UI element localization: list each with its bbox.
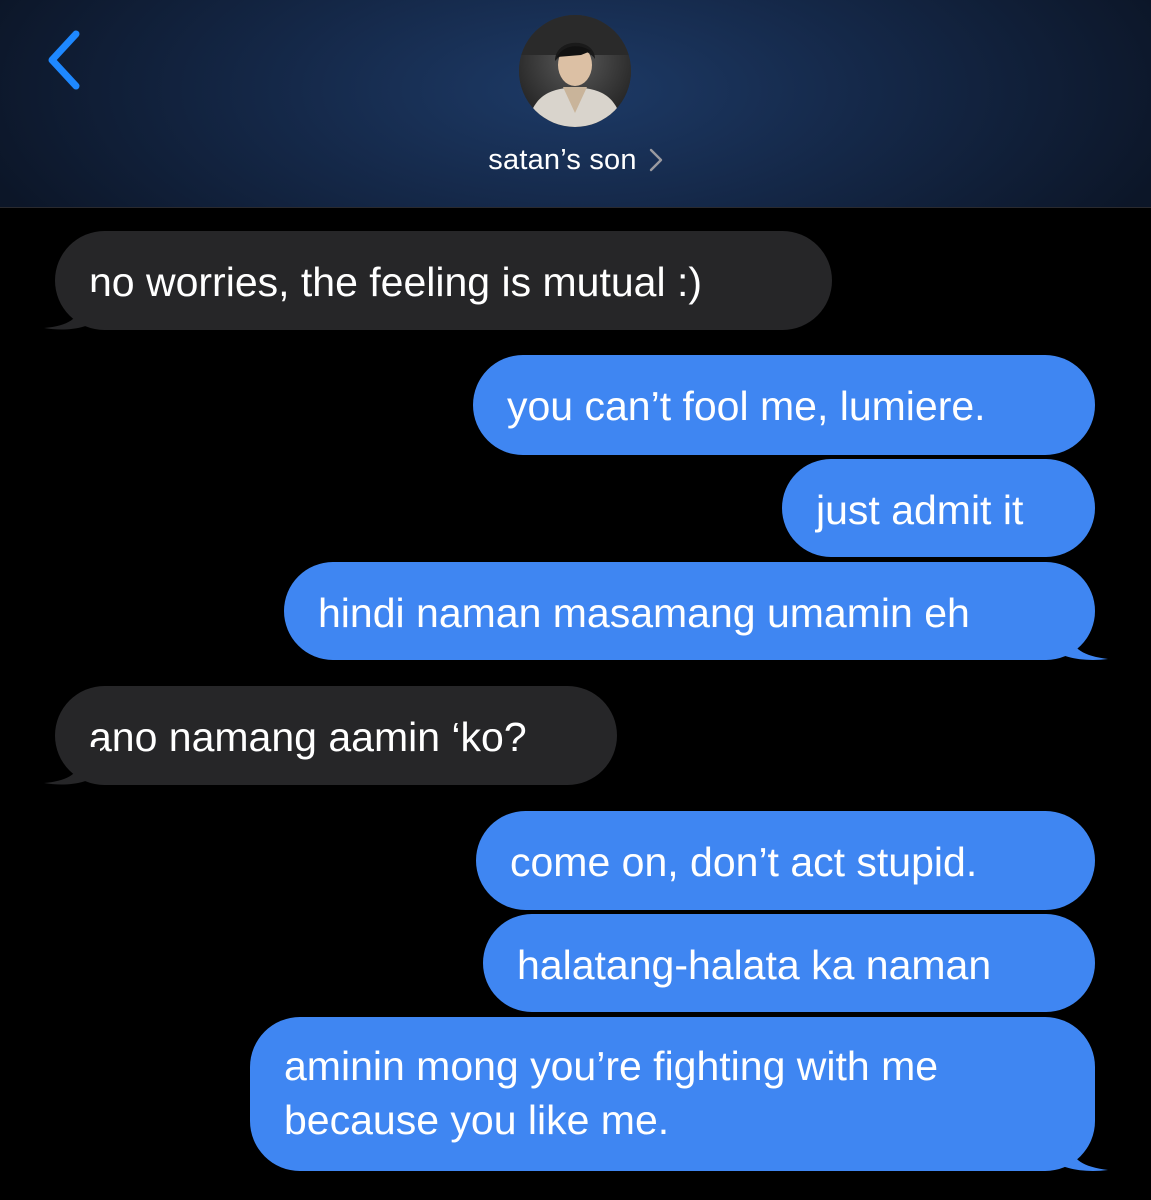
conversation-header: satan’s son <box>0 0 1151 208</box>
message-text: hindi naman masamang umamin eh <box>318 590 970 636</box>
message-text: halatang-halata ka naman <box>517 942 992 988</box>
message-text: come on, don’t act stupid. <box>510 839 978 885</box>
message-text: ano namang aamin ‘ko? <box>89 714 527 760</box>
bubble-tail <box>40 292 100 332</box>
message-text: just admit it <box>816 487 1024 533</box>
chevron-left-icon <box>48 30 80 90</box>
message-text: you can’t fool me, lumiere. <box>507 383 986 429</box>
bubble-tail <box>40 747 100 787</box>
message-bubble-received[interactable]: no worries, the feeling is mutual :) <box>55 231 832 330</box>
message-bubble-sent[interactable]: just admit it <box>782 459 1095 557</box>
contact-name: satan’s son <box>488 143 637 176</box>
contact-name-button[interactable]: satan’s son <box>0 140 1151 180</box>
chevron-right-icon <box>649 148 663 172</box>
contact-avatar[interactable] <box>519 15 631 127</box>
message-text: no worries, the feeling is mutual :) <box>89 259 702 305</box>
message-text: aminin mong you’re fighting with me beca… <box>284 1043 939 1143</box>
message-bubble-sent[interactable]: you can’t fool me, lumiere. <box>473 355 1095 455</box>
message-bubble-sent[interactable]: aminin mong you’re fighting with me beca… <box>250 1017 1095 1171</box>
message-bubble-sent[interactable]: halatang-halata ka naman <box>483 914 1095 1012</box>
header-divider <box>0 207 1151 208</box>
bubble-tail <box>1051 1133 1111 1173</box>
message-bubble-sent[interactable]: come on, don’t act stupid. <box>476 811 1095 910</box>
message-bubble-sent[interactable]: hindi naman masamang umamin eh <box>284 562 1095 660</box>
message-bubble-received[interactable]: ano namang aamin ‘ko? <box>55 686 617 785</box>
back-button[interactable] <box>40 28 88 92</box>
bubble-tail <box>1051 622 1111 662</box>
